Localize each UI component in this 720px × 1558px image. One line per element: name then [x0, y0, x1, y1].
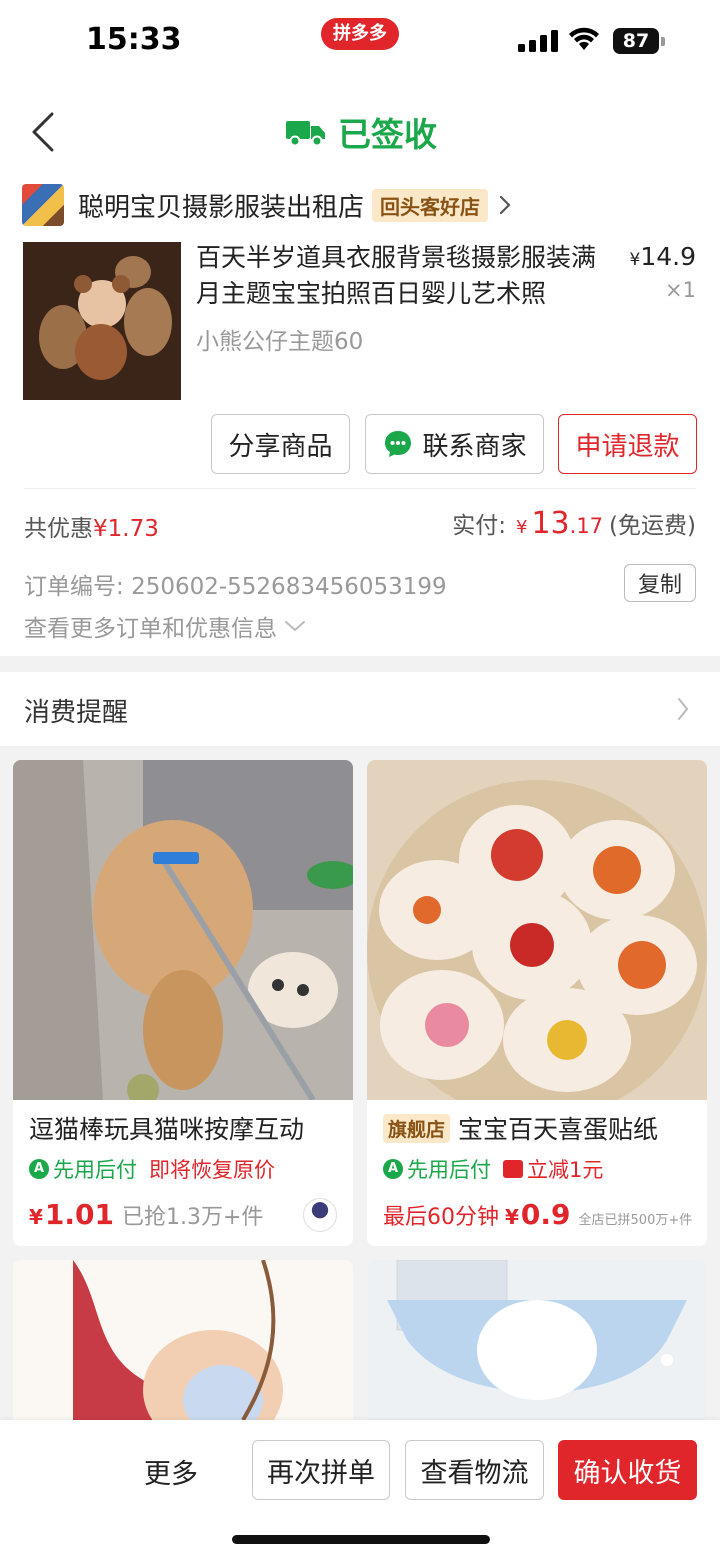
product-title[interactable]: 百天半岁道具衣服背景毯摄影服装满月主题宝宝拍照百日婴儿艺术照: [196, 240, 606, 312]
paid-amount: 实付: ¥ 13 .17 (免运费): [452, 506, 696, 541]
pay-later-icon: A: [383, 1159, 403, 1179]
order-card: 聪明宝贝摄影服装出租店 回头客好店 百天半岁道具衣服背景毯摄影服装满月主题宝宝拍…: [0, 176, 720, 656]
product-quantity: ×1: [665, 278, 696, 302]
chat-bubble-icon: [385, 431, 412, 457]
pay-later-tag: A 先用后付: [29, 1154, 137, 1184]
product-price-value: 14.9: [640, 242, 696, 271]
battery-indicator: 87: [613, 28, 665, 54]
shop-badge: 回头客好店: [372, 188, 489, 222]
more-order-info-label: 查看更多订单和优惠信息: [24, 616, 277, 642]
divider: [24, 488, 696, 489]
contact-seller-button[interactable]: 联系商家: [365, 414, 544, 474]
home-indicator: [232, 1535, 490, 1544]
cat-toy-photo-image: [13, 760, 353, 1100]
paid-integer: 13: [531, 506, 570, 541]
card-title: 逗猫棒玩具猫咪按摩互动: [29, 1115, 305, 1144]
reminder-title: 消费提醒: [24, 698, 129, 728]
order-status-title: 已签收: [286, 108, 437, 156]
bottom-action-bar: 更多 再次拼单 查看物流 确认收货: [0, 1420, 720, 1558]
price-restore-tag: 即将恢复原价: [149, 1158, 275, 1182]
paid-label: 实付:: [452, 513, 506, 539]
card-title-text: 宝宝百天喜蛋贴纸: [458, 1115, 659, 1144]
price-currency: ¥: [505, 1205, 519, 1229]
baby-bear-photo-image: [23, 242, 181, 400]
discount-value: ¥1.73: [93, 516, 159, 542]
avatar: [303, 1198, 337, 1232]
battery-tip: [661, 37, 665, 46]
product-image[interactable]: [13, 760, 353, 1100]
card-tags: A 先用后付 立减1元: [383, 1154, 603, 1184]
battery-level: 87: [613, 28, 659, 54]
instant-discount-label: 立减1元: [527, 1158, 604, 1182]
paid-decimal: .17: [569, 514, 604, 538]
discount-label: 共优惠: [24, 516, 93, 542]
app-badge: 拼多多: [321, 18, 399, 50]
cellular-signal-icon: [518, 30, 558, 52]
painted-eggs-photo-image: [367, 760, 707, 1100]
share-product-button[interactable]: 分享商品: [211, 414, 350, 474]
consumption-reminder-row[interactable]: 消费提醒: [0, 672, 720, 746]
shop-logo: [22, 184, 64, 226]
order-status-label: 已签收: [338, 115, 437, 154]
recommend-card[interactable]: 逗猫棒玩具猫咪按摩互动 A 先用后付 即将恢复原价 ¥ 1.01 已抢1.3万+件: [13, 760, 353, 1246]
status-bar: 15:33 拼多多 87: [0, 0, 720, 88]
track-shipment-button[interactable]: 查看物流: [405, 1440, 544, 1500]
product-image[interactable]: [23, 242, 181, 400]
pay-later-icon: A: [29, 1159, 49, 1179]
store-sold-count: 全店已拼500万+件: [578, 1213, 693, 1228]
more-order-info-link[interactable]: 查看更多订单和优惠信息: [24, 609, 307, 643]
card-title: 旗舰店 宝宝百天喜蛋贴纸: [383, 1110, 658, 1146]
baby-carrier-photo-image: [13, 1260, 353, 1420]
price-value: 1.01: [44, 1198, 115, 1231]
paid-currency: ¥: [516, 517, 528, 538]
recommend-card[interactable]: [13, 1260, 353, 1420]
pay-later-label: 先用后付: [407, 1158, 491, 1182]
order-number-value: 250602-552683456053199: [131, 574, 447, 600]
status-time: 15:33: [86, 22, 182, 57]
order-number-label: 订单编号:: [24, 574, 124, 600]
nav-bar: 已签收: [0, 88, 720, 176]
chevron-right-icon: [499, 195, 511, 215]
price-currency: ¥: [29, 1205, 43, 1229]
urgency-label: 最后60分钟: [383, 1205, 499, 1230]
product-image[interactable]: [367, 760, 707, 1100]
sold-count: 已抢1.3万+件: [122, 1205, 264, 1230]
contact-seller-label: 联系商家: [422, 431, 527, 462]
flagship-badge: 旗舰店: [383, 1113, 451, 1143]
refund-button[interactable]: 申请退款: [558, 414, 697, 474]
price-value: 0.9: [520, 1198, 571, 1231]
pay-later-label: 先用后付: [53, 1158, 137, 1182]
discount-summary: 共优惠¥1.73: [24, 509, 159, 543]
recommend-card[interactable]: 旗舰店 宝宝百天喜蛋贴纸 A 先用后付 立减1元 最后60分钟 ¥ 0.9 全店已…: [367, 760, 707, 1246]
more-button[interactable]: 更多: [144, 1452, 198, 1491]
reorder-button[interactable]: 再次拼单: [252, 1440, 390, 1500]
shipping-note: (免运费): [609, 513, 696, 539]
confirm-receipt-button[interactable]: 确认收货: [558, 1440, 697, 1500]
recommend-card[interactable]: [367, 1260, 707, 1420]
product-price: ¥14.9: [630, 242, 697, 271]
card-price: ¥ 1.01 已抢1.3万+件: [29, 1198, 263, 1231]
gift-icon: [503, 1160, 523, 1178]
product-price-currency: ¥: [629, 250, 641, 270]
card-tags: A 先用后付 即将恢复原价: [29, 1154, 275, 1184]
back-chevron-icon[interactable]: [28, 110, 58, 154]
order-number: 订单编号: 250602-552683456053199: [24, 567, 447, 601]
shop-name: 聪明宝贝摄影服装出租店: [78, 192, 365, 223]
instant-discount-tag: 立减1元: [503, 1154, 603, 1184]
shop-row[interactable]: 聪明宝贝摄影服装出租店 回头客好店: [22, 182, 512, 228]
card-price: 最后60分钟 ¥ 0.9 全店已拼500万+件: [383, 1198, 692, 1231]
chevron-down-icon: [285, 621, 305, 632]
delivery-truck-icon: [286, 121, 325, 147]
product-spec: 小熊公仔主题60: [196, 329, 364, 355]
pay-later-tag: A 先用后付: [383, 1154, 491, 1184]
chevron-right-icon: [678, 698, 689, 720]
wifi-icon: [569, 27, 599, 50]
copy-order-number-button[interactable]: 复制: [624, 564, 696, 602]
cloth-diaper-photo-image: [367, 1260, 707, 1420]
